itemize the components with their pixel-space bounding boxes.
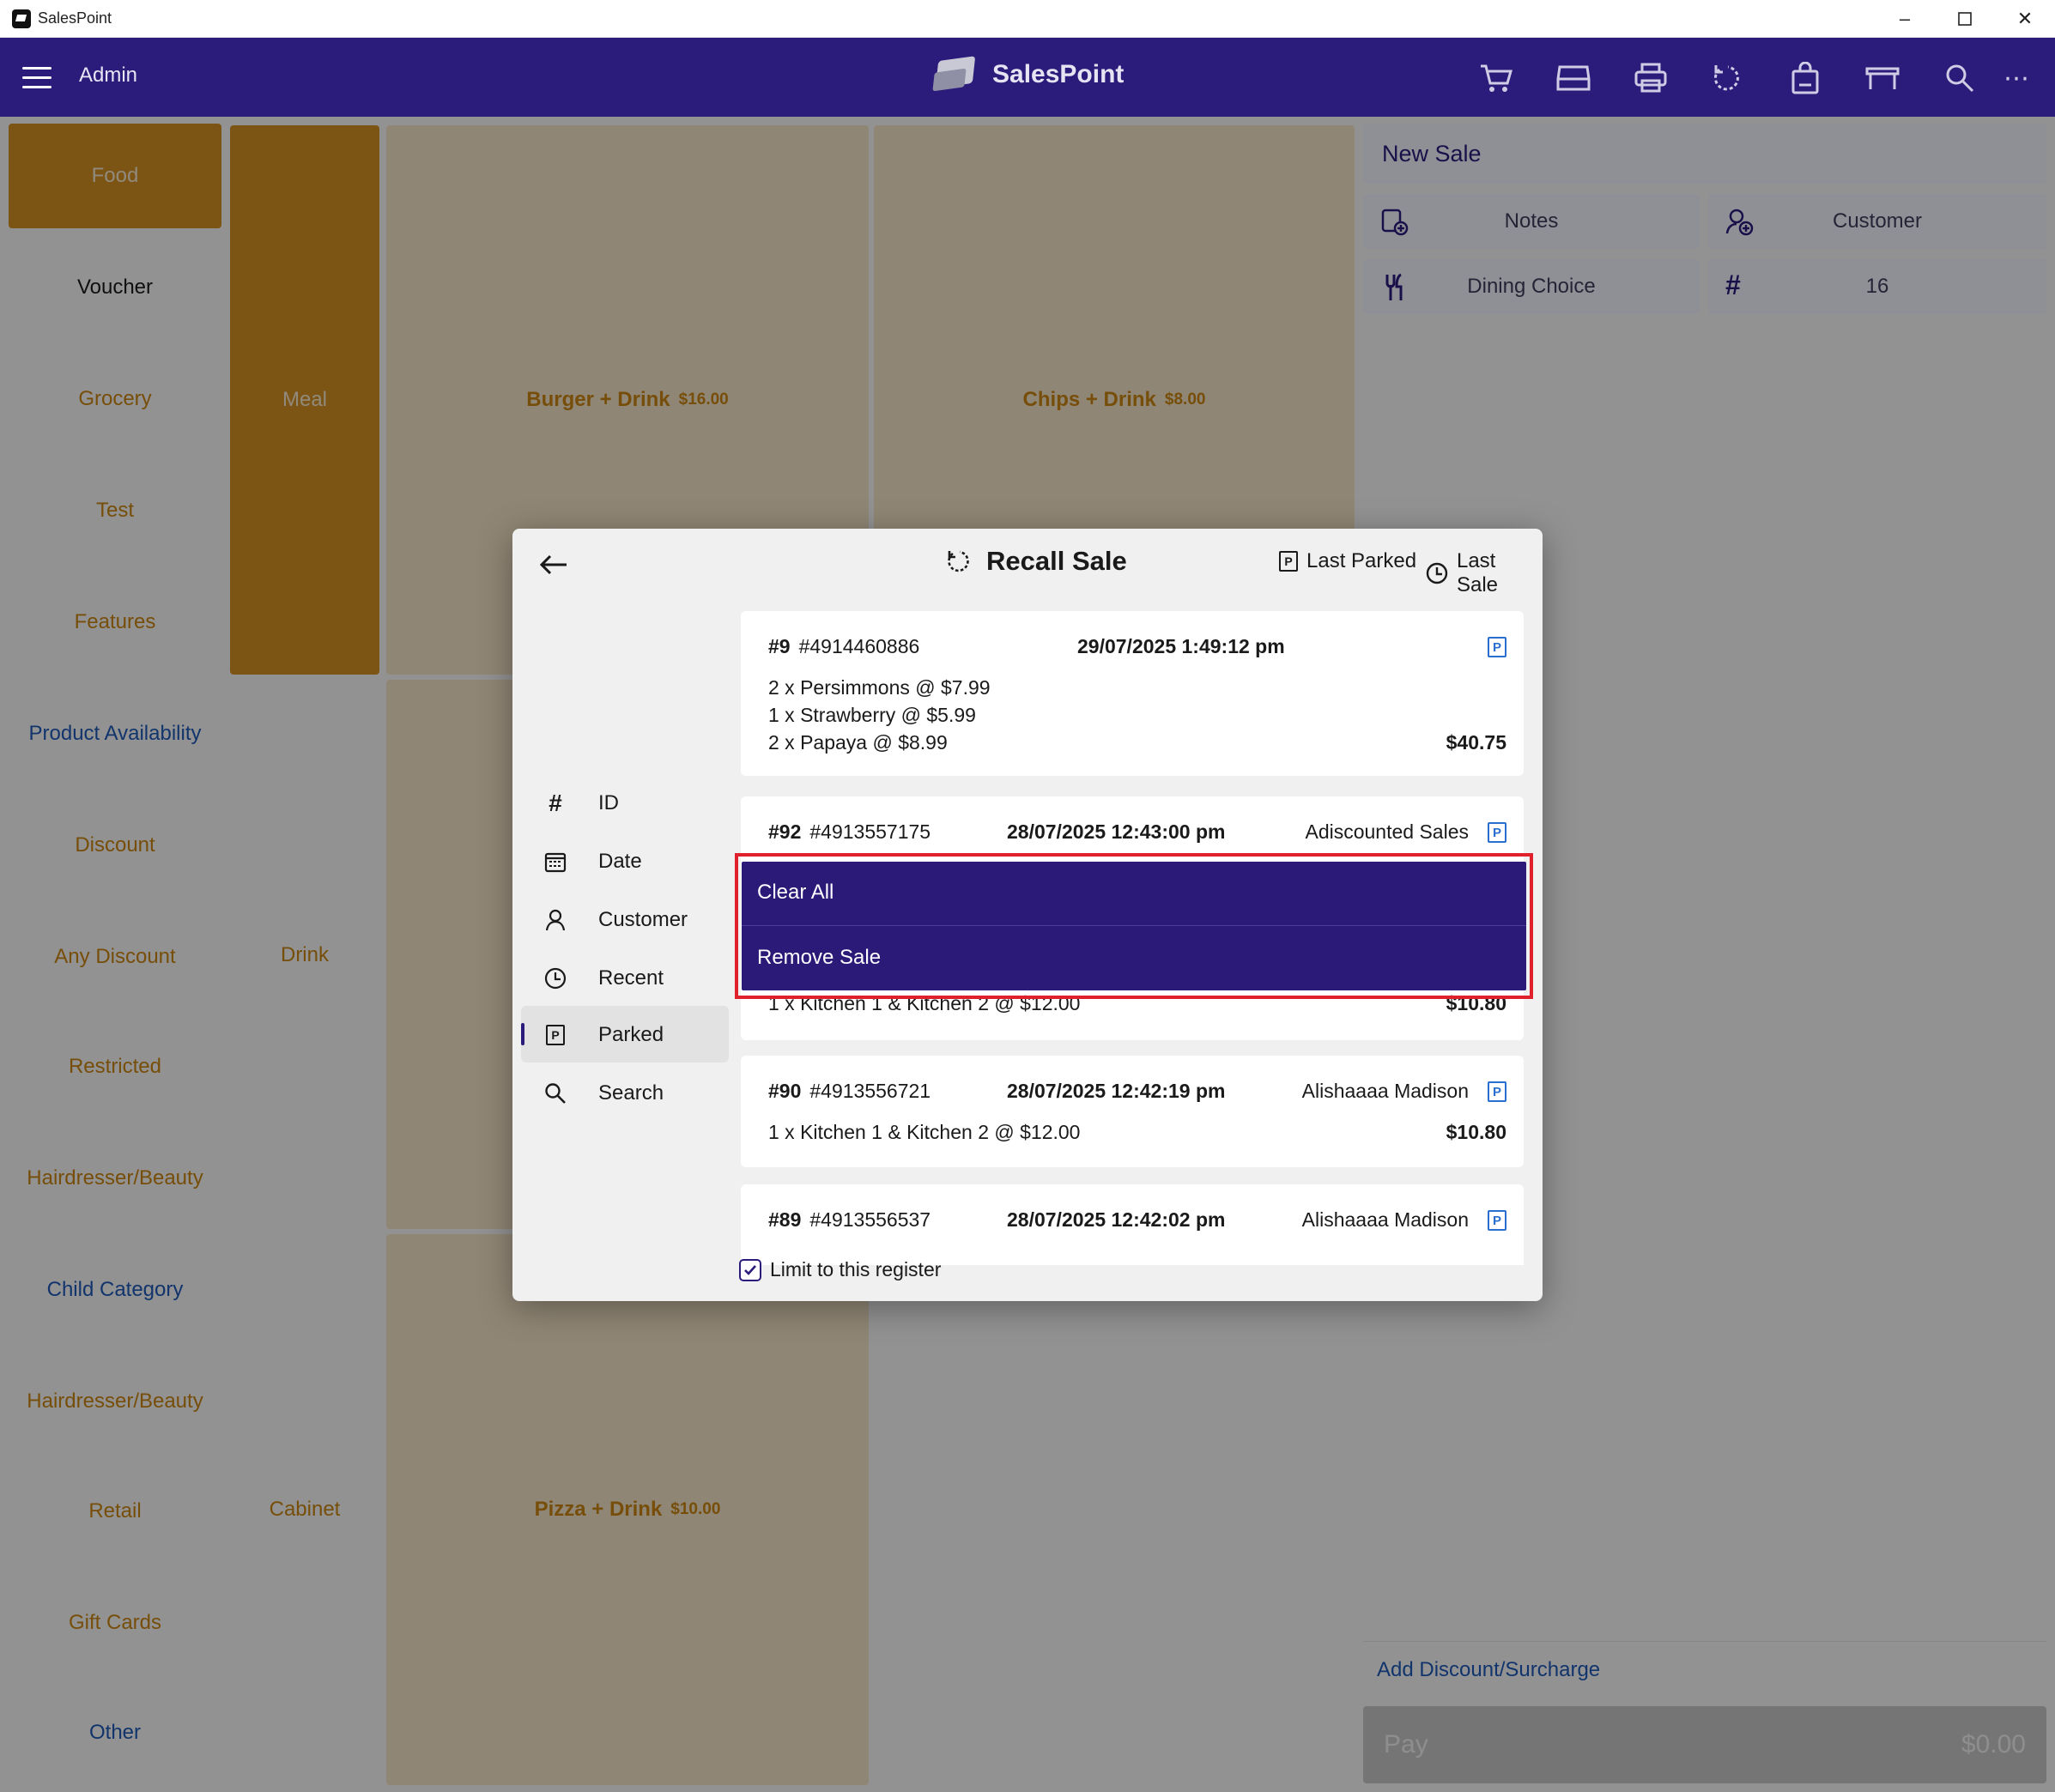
hash-icon: # [549, 790, 562, 816]
sale-card[interactable]: #90 #4913556721 28/07/2025 12:42:19 pm Al… [741, 1056, 1524, 1167]
parked-icon: P [543, 1023, 567, 1047]
window-titlebar: SalesPoint – ✕ [0, 0, 2055, 38]
last-parked-label: Last Parked [1306, 549, 1417, 572]
arrow-left-icon [539, 554, 567, 575]
last-parked-button[interactable]: P Last Parked [1279, 549, 1416, 573]
clock-icon [1426, 562, 1448, 584]
dialog-title: Recall Sale [947, 546, 1127, 577]
sale-customer: Adiscounted Sales [1305, 820, 1469, 843]
table-icon[interactable] [1863, 58, 1902, 98]
sale-line: 2 x Persimmons @ $7.99 [768, 676, 991, 699]
nav-label: Customer [598, 908, 688, 931]
sale-date: 28/07/2025 12:42:19 pm [1007, 1080, 1226, 1102]
sale-card[interactable]: #89 #4913556537 28/07/2025 12:42:02 pm Al… [741, 1184, 1524, 1265]
nav-label: Date [598, 850, 642, 873]
menu-icon[interactable] [22, 67, 52, 89]
highlight-box [735, 853, 1533, 999]
limit-register-label: Limit to this register [770, 1258, 942, 1280]
sale-date: 28/07/2025 12:42:02 pm [1007, 1208, 1226, 1231]
nav-id[interactable]: # ID [521, 774, 729, 831]
close-button[interactable]: ✕ [1995, 0, 2055, 38]
sale-id: #89 #4913556537 [768, 1208, 931, 1231]
parked-icon: P [1488, 1210, 1506, 1231]
user-label: Admin [79, 64, 138, 87]
cart-icon[interactable] [1476, 58, 1516, 98]
brand-logo-icon [932, 55, 979, 94]
more-icon[interactable]: ⋯ [1997, 58, 2036, 98]
sale-id: #9 #4914460886 [768, 635, 920, 657]
nav-recent[interactable]: Recent [521, 949, 729, 1006]
nav-label: Search [598, 1081, 664, 1105]
cash-drawer-icon[interactable] [1554, 58, 1593, 98]
nav-customer[interactable]: Customer [521, 891, 729, 947]
window-title: SalesPoint [38, 9, 112, 27]
checkbox-icon[interactable] [739, 1258, 761, 1281]
brand-name: SalesPoint [992, 60, 1124, 88]
app-header: Admin SalesPoint ⋯ [0, 38, 2055, 117]
parked-icon: P [1279, 551, 1298, 572]
recall-icon[interactable] [1708, 58, 1748, 98]
app-icon [12, 9, 31, 28]
shopping-bag-icon[interactable] [1785, 58, 1825, 98]
dialog-title-text: Recall Sale [986, 546, 1127, 576]
parked-icon: P [1488, 822, 1506, 843]
sale-total: $40.75 [1446, 731, 1506, 754]
sale-line: 2 x Papaya @ $8.99 [768, 731, 948, 754]
last-sale-button[interactable]: Last Sale [1426, 549, 1543, 597]
sale-line: 1 x Kitchen 1 & Kitchen 2 @ $12.00 [768, 1121, 1081, 1143]
sale-card[interactable]: #9 #4914460886 29/07/2025 1:49:12 pm P 2 … [741, 611, 1524, 776]
sale-date: 29/07/2025 1:49:12 pm [1077, 635, 1285, 657]
sale-id: #92 #4913557175 [768, 820, 931, 843]
sale-total: $10.80 [1446, 1121, 1506, 1143]
printer-icon[interactable] [1631, 58, 1670, 98]
back-button[interactable] [535, 546, 573, 584]
nav-label: ID [598, 791, 619, 814]
minimize-button[interactable]: – [1875, 0, 1935, 38]
nav-label: Recent [598, 966, 664, 990]
sale-customer: Alishaaaa Madison [1301, 1208, 1469, 1231]
search-icon [543, 1081, 567, 1105]
recall-icon [948, 550, 969, 572]
calendar-icon [543, 850, 567, 874]
search-icon[interactable] [1940, 58, 1979, 98]
sale-date: 28/07/2025 12:43:00 pm [1007, 820, 1226, 843]
parked-icon: P [1488, 637, 1506, 657]
limit-register-checkbox[interactable]: Limit to this register [739, 1258, 941, 1281]
nav-search[interactable]: Search [521, 1064, 729, 1121]
sale-line: 1 x Strawberry @ $5.99 [768, 704, 976, 726]
person-icon [543, 908, 567, 932]
maximize-button[interactable] [1935, 0, 1995, 38]
nav-date[interactable]: Date [521, 832, 729, 889]
brand: SalesPoint [932, 55, 1124, 94]
nav-parked[interactable]: P Parked [521, 1006, 729, 1062]
last-sale-label: Last Sale [1456, 549, 1499, 596]
parked-icon: P [1488, 1081, 1506, 1102]
sale-id: #90 #4913556721 [768, 1080, 931, 1102]
clock-icon [543, 966, 567, 990]
nav-label: Parked [598, 1023, 664, 1046]
sale-customer: Alishaaaa Madison [1301, 1080, 1469, 1102]
